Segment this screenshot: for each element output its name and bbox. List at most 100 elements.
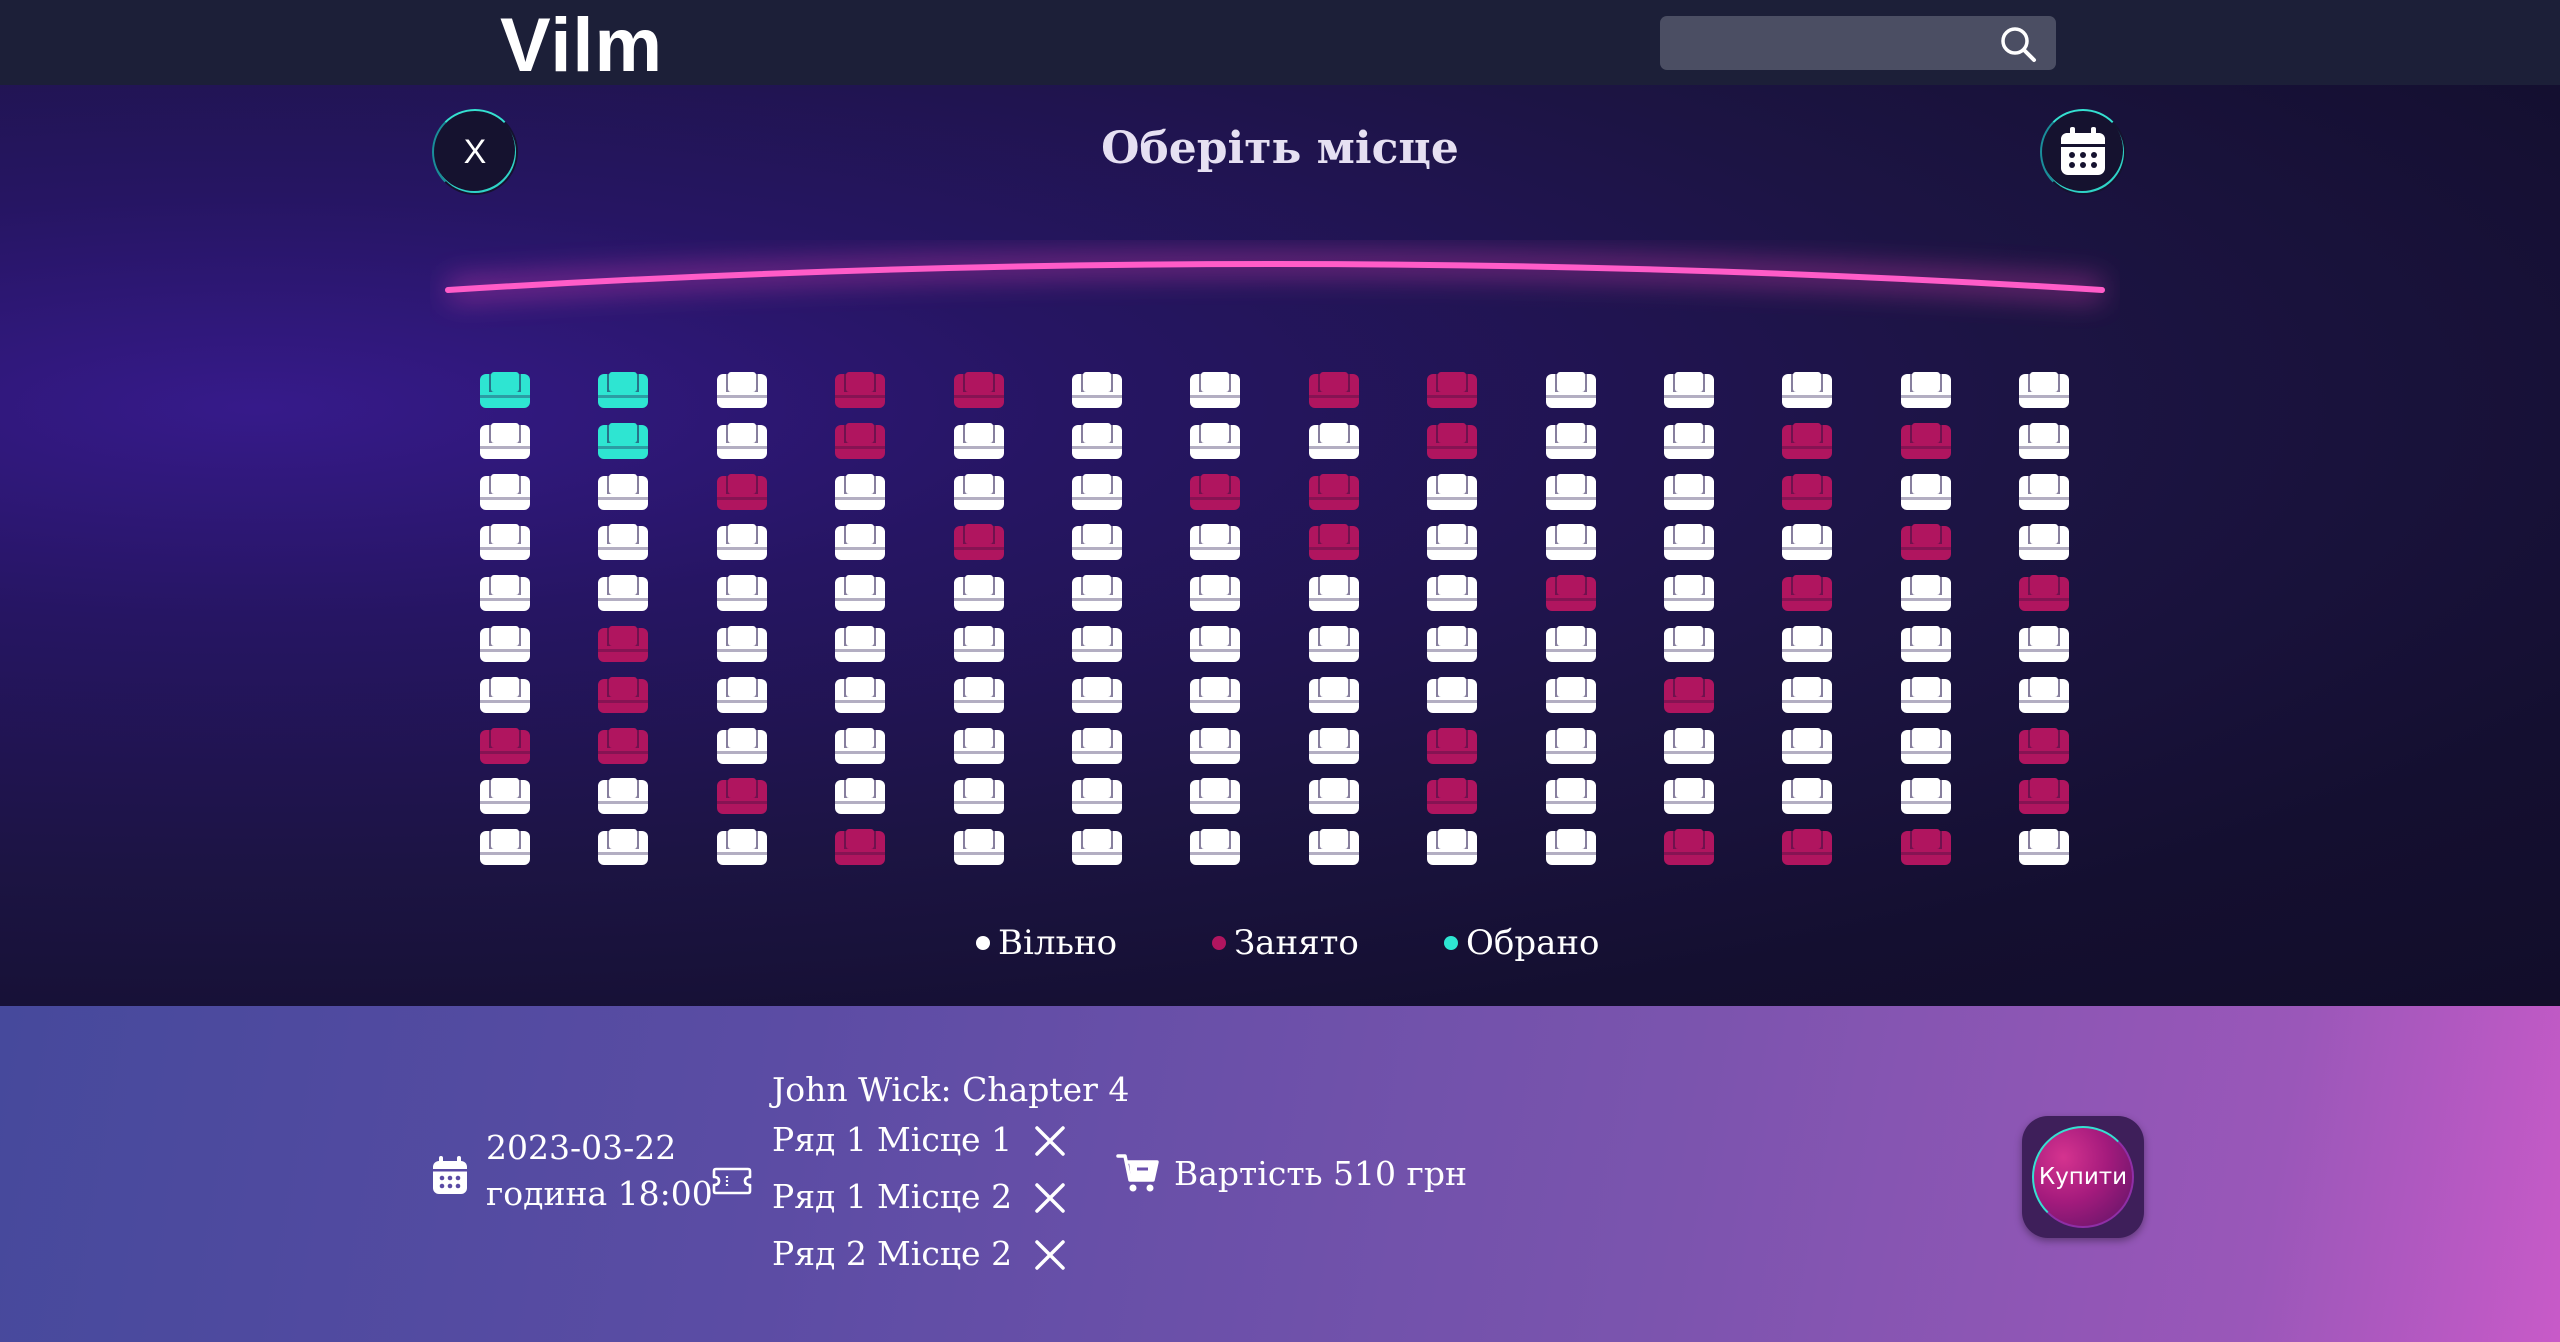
remove-ticket-2-button[interactable] (1033, 1181, 1067, 1215)
seat[interactable] (1662, 675, 1716, 715)
seat[interactable] (1544, 421, 1598, 461)
seat[interactable] (1662, 776, 1716, 816)
seat[interactable] (1780, 675, 1834, 715)
seat[interactable] (596, 624, 650, 664)
remove-ticket-1-button[interactable] (1033, 1124, 1067, 1158)
seat[interactable] (2017, 573, 2071, 613)
seat[interactable] (596, 573, 650, 613)
seat[interactable] (1307, 421, 1361, 461)
seat[interactable] (2017, 472, 2071, 512)
search-icon[interactable] (1998, 24, 2038, 64)
seat[interactable] (1544, 726, 1598, 766)
seat[interactable] (1544, 776, 1598, 816)
seat[interactable] (833, 726, 887, 766)
seat[interactable] (1899, 370, 1953, 410)
seat[interactable] (1899, 776, 1953, 816)
seat[interactable] (1899, 573, 1953, 613)
seat[interactable] (1425, 675, 1479, 715)
seat[interactable] (478, 573, 532, 613)
seat[interactable] (1070, 827, 1124, 867)
seat[interactable] (1662, 370, 1716, 410)
seat[interactable] (1188, 370, 1242, 410)
seat[interactable] (596, 522, 650, 562)
seat[interactable] (715, 624, 769, 664)
seat[interactable] (1307, 472, 1361, 512)
seat[interactable] (952, 776, 1006, 816)
seat[interactable] (1662, 421, 1716, 461)
seat[interactable] (2017, 726, 2071, 766)
seat[interactable] (2017, 675, 2071, 715)
seat[interactable] (833, 370, 887, 410)
seat[interactable] (2017, 421, 2071, 461)
seat[interactable] (596, 776, 650, 816)
seat[interactable] (596, 827, 650, 867)
seat[interactable] (833, 573, 887, 613)
seat[interactable] (1544, 370, 1598, 410)
seat[interactable] (1307, 624, 1361, 664)
seat[interactable] (952, 522, 1006, 562)
seat[interactable] (1780, 370, 1834, 410)
calendar-button[interactable] (2040, 109, 2126, 195)
seat[interactable] (833, 624, 887, 664)
seat[interactable] (952, 827, 1006, 867)
seat[interactable] (1662, 726, 1716, 766)
seat[interactable] (1899, 726, 1953, 766)
seat[interactable] (715, 573, 769, 613)
seat[interactable] (1899, 675, 1953, 715)
seat[interactable] (1662, 624, 1716, 664)
seat[interactable] (1662, 827, 1716, 867)
seat[interactable] (715, 421, 769, 461)
seat[interactable] (833, 472, 887, 512)
seat[interactable] (1307, 573, 1361, 613)
seat[interactable] (952, 472, 1006, 512)
seat[interactable] (1307, 522, 1361, 562)
seat[interactable] (952, 421, 1006, 461)
seat[interactable] (478, 827, 532, 867)
seat[interactable] (1188, 776, 1242, 816)
seat[interactable] (1188, 675, 1242, 715)
seat[interactable] (1070, 726, 1124, 766)
seat[interactable] (1899, 827, 1953, 867)
seat[interactable] (596, 726, 650, 766)
seat[interactable] (478, 472, 532, 512)
seat[interactable] (478, 522, 532, 562)
seat[interactable] (1425, 421, 1479, 461)
seat[interactable] (1780, 726, 1834, 766)
seat[interactable] (478, 776, 532, 816)
seat[interactable] (478, 726, 532, 766)
seat[interactable] (1070, 421, 1124, 461)
seat[interactable] (715, 472, 769, 512)
seat[interactable] (1425, 624, 1479, 664)
seat[interactable] (1662, 573, 1716, 613)
seat[interactable] (2017, 827, 2071, 867)
seat[interactable] (1070, 522, 1124, 562)
seat[interactable] (2017, 370, 2071, 410)
logo[interactable]: Vilm (500, 2, 663, 89)
seat[interactable] (1307, 776, 1361, 816)
seat[interactable] (1780, 624, 1834, 664)
seat[interactable] (1188, 827, 1242, 867)
seat[interactable] (1070, 675, 1124, 715)
seat[interactable] (1188, 421, 1242, 461)
seat[interactable] (2017, 624, 2071, 664)
seat[interactable] (1188, 726, 1242, 766)
seat[interactable] (952, 370, 1006, 410)
seat[interactable] (715, 776, 769, 816)
seat[interactable] (1307, 827, 1361, 867)
seat[interactable] (1780, 421, 1834, 461)
seat[interactable] (478, 370, 532, 410)
seat[interactable] (596, 421, 650, 461)
search-input[interactable] (1674, 24, 1974, 62)
seat[interactable] (1307, 675, 1361, 715)
seat[interactable] (1188, 472, 1242, 512)
seat[interactable] (1780, 472, 1834, 512)
seat[interactable] (1899, 522, 1953, 562)
seat[interactable] (1070, 624, 1124, 664)
seat[interactable] (1780, 776, 1834, 816)
seat[interactable] (1425, 370, 1479, 410)
seat[interactable] (1544, 522, 1598, 562)
seat[interactable] (952, 624, 1006, 664)
seat[interactable] (596, 370, 650, 410)
seat[interactable] (1425, 472, 1479, 512)
seat[interactable] (1780, 573, 1834, 613)
